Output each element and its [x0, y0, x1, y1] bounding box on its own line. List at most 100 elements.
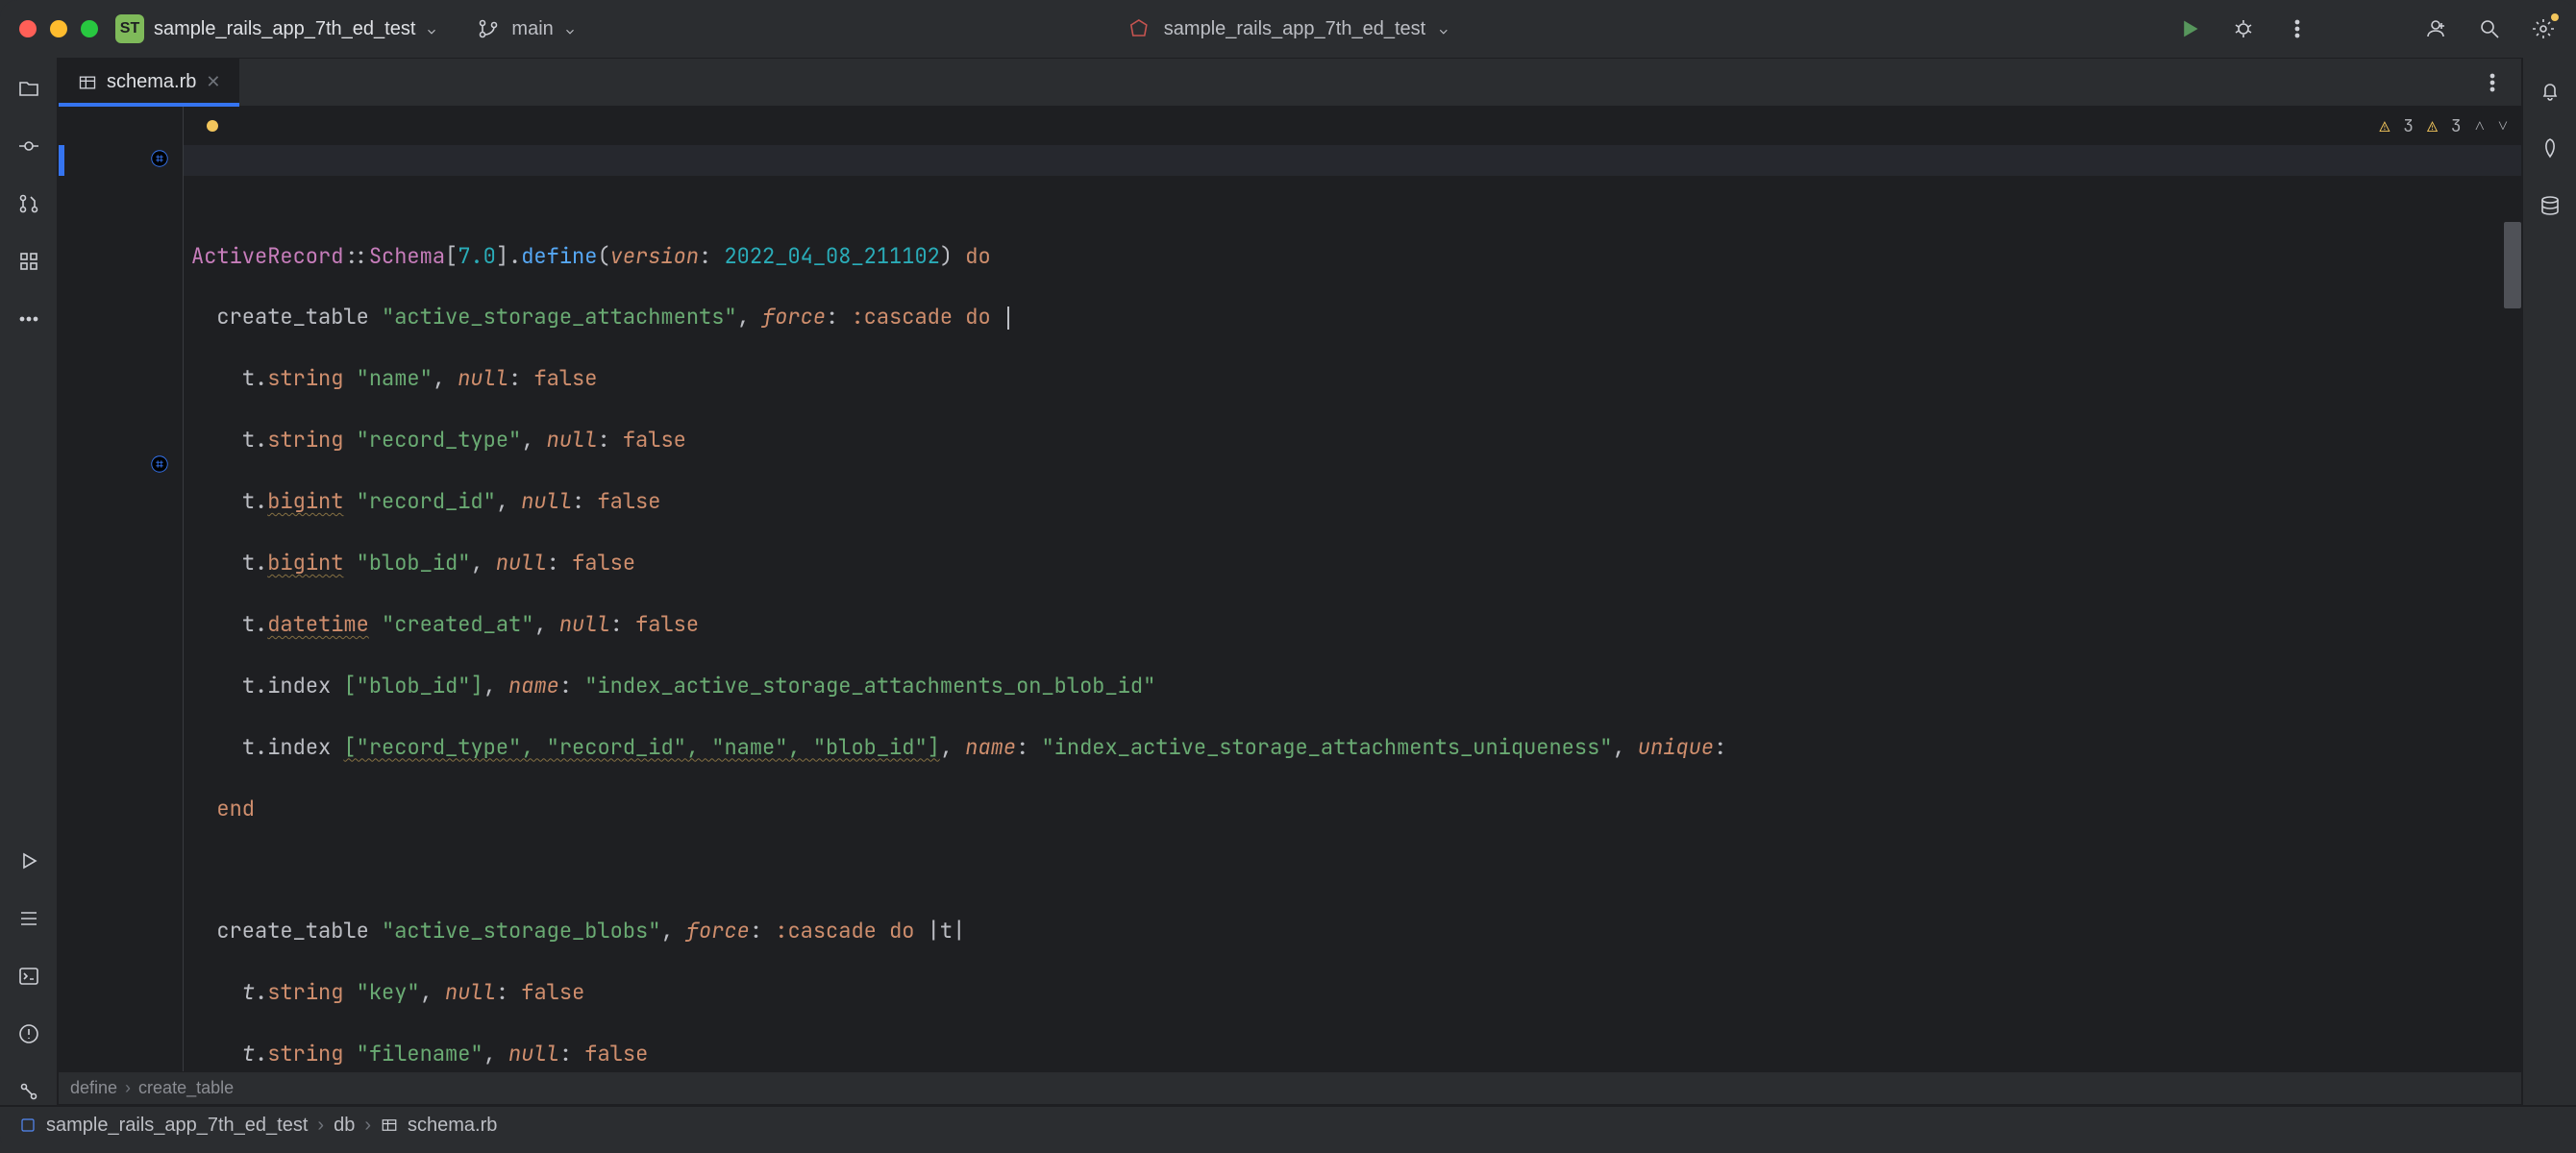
prev-highlight-button[interactable]: ˄ — [2475, 114, 2485, 139]
breadcrumb-item[interactable]: define — [70, 1078, 117, 1098]
pull-requests-tool-button[interactable] — [15, 190, 42, 217]
maximize-window-button[interactable] — [81, 20, 98, 37]
code-token: null — [458, 364, 508, 392]
code-token: create_table — [216, 917, 368, 944]
run-tool-button[interactable] — [15, 847, 42, 874]
minimize-window-button[interactable] — [50, 20, 67, 37]
problems-tool-button[interactable] — [15, 1020, 42, 1047]
terminal-tool-button[interactable] — [15, 963, 42, 990]
code-token: ActiveRecord — [191, 242, 343, 270]
notifications-tool-button[interactable] — [2537, 77, 2564, 104]
code-token: "blob_id" — [357, 549, 471, 576]
ruby-icon — [1126, 15, 1152, 42]
commit-tool-button[interactable] — [15, 133, 42, 159]
code-token: t — [242, 364, 255, 392]
code-token: force — [686, 917, 750, 944]
code-token: 2022_04_08_211102 — [724, 242, 939, 270]
nav-breadcrumb-folder[interactable]: db — [334, 1115, 355, 1137]
code-token: Schema — [369, 242, 445, 270]
breadcrumb-item[interactable]: create_table — [138, 1078, 234, 1098]
text-cursor — [1007, 307, 1009, 330]
table-file-icon — [78, 73, 97, 92]
code-token: |t| — [928, 917, 966, 944]
run-button[interactable] — [2176, 15, 2203, 42]
project-tool-button[interactable] — [15, 75, 42, 102]
inlay-table-icon[interactable] — [149, 147, 170, 168]
code-token: "index_active_storage_attachments_on_blo… — [584, 672, 1155, 699]
settings-button[interactable] — [2530, 15, 2557, 42]
chevron-down-icon — [425, 22, 438, 36]
left-tool-strip — [0, 58, 58, 1105]
code-token: bigint — [267, 487, 343, 515]
more-actions-button[interactable] — [2284, 15, 2311, 42]
more-tool-button[interactable] — [15, 306, 42, 332]
code-token: null — [496, 549, 547, 576]
code-token: "active_storage_blobs" — [382, 917, 660, 944]
code-token: false — [597, 487, 660, 515]
code-token: t — [242, 672, 255, 699]
window-controls — [19, 20, 98, 37]
code-token: t — [242, 733, 255, 761]
code-token: unique — [1638, 733, 1714, 761]
debug-button[interactable] — [2230, 15, 2257, 42]
code-token: null — [445, 978, 496, 1006]
code-token: string — [267, 426, 343, 454]
database-tool-button[interactable] — [2537, 192, 2564, 219]
editor-breadcrumbs[interactable]: define › create_table — [59, 1071, 2521, 1104]
run-config-selector[interactable]: sample_rails_app_7th_ed_test — [1126, 15, 1450, 42]
code-with-me-button[interactable] — [2422, 15, 2449, 42]
ai-assistant-tool-button[interactable] — [2537, 135, 2564, 161]
code-token: :cascade — [775, 917, 877, 944]
code-token: t — [242, 1040, 255, 1067]
nav-breadcrumb-project[interactable]: sample_rails_app_7th_ed_test — [46, 1115, 308, 1137]
gutter[interactable] — [59, 107, 184, 1071]
project-badge: ST — [115, 14, 144, 43]
next-highlight-button[interactable]: ˅ — [2498, 114, 2508, 139]
code-token: "active_storage_attachments" — [382, 303, 737, 331]
code-token: null — [547, 426, 598, 454]
code-token: false — [521, 978, 584, 1006]
close-tab-button[interactable]: ✕ — [206, 72, 220, 92]
right-tool-strip — [2522, 58, 2576, 1105]
code-token: index — [267, 672, 331, 699]
code-token: t — [242, 610, 255, 638]
inlay-table-icon[interactable] — [149, 453, 170, 474]
chevron-down-icon — [1437, 22, 1450, 36]
breadcrumb-separator: › — [317, 1115, 324, 1137]
vcs-branch-selector[interactable]: main — [475, 15, 576, 42]
editor-area: schema.rb ✕ ⚠3 ⚠3 ˄ ˅ — [58, 58, 2522, 1105]
chevron-down-icon — [563, 22, 577, 36]
todo-tool-button[interactable] — [15, 905, 42, 932]
code-token: name — [508, 672, 559, 699]
code-token: force — [762, 303, 826, 331]
structure-tool-button[interactable] — [15, 248, 42, 275]
code-token: "record_type" — [357, 426, 522, 454]
close-window-button[interactable] — [19, 20, 37, 37]
code-editor[interactable]: ⚠3 ⚠3 ˄ ˅ ActiveRecord::Schema[7.0].defi… — [59, 107, 2521, 1071]
code-token: "created_at" — [382, 610, 533, 638]
inspections-widget[interactable]: ⚠3 ⚠3 ˄ ˅ — [2379, 114, 2508, 139]
editor-tabs: schema.rb ✕ — [59, 59, 2521, 107]
code-token: string — [267, 978, 343, 1006]
warning-icon: ⚠ — [2379, 114, 2390, 139]
code-token: false — [584, 1040, 648, 1067]
nav-breadcrumb-file[interactable]: schema.rb — [408, 1115, 497, 1137]
titlebar: ST sample_rails_app_7th_ed_test main sam… — [0, 0, 2576, 58]
code-token: end — [216, 795, 255, 822]
search-everywhere-button[interactable] — [2476, 15, 2503, 42]
code-token: null — [508, 1040, 559, 1067]
code-token: name — [965, 733, 1016, 761]
run-config-name: sample_rails_app_7th_ed_test — [1164, 18, 1425, 40]
project-selector[interactable]: ST sample_rails_app_7th_ed_test — [115, 14, 438, 43]
vcs-tool-button[interactable] — [15, 1078, 42, 1105]
code-token: null — [559, 610, 610, 638]
branch-icon — [475, 15, 502, 42]
code-token: "key" — [357, 978, 420, 1006]
code-token: define — [521, 242, 597, 270]
tab-label: schema.rb — [107, 71, 196, 93]
breadcrumb-separator: › — [364, 1115, 371, 1137]
branch-name: main — [511, 18, 553, 40]
code-token: "record_id" — [357, 487, 496, 515]
tab-schema-rb[interactable]: schema.rb ✕ — [59, 59, 239, 106]
tab-more-button[interactable] — [2479, 69, 2506, 96]
